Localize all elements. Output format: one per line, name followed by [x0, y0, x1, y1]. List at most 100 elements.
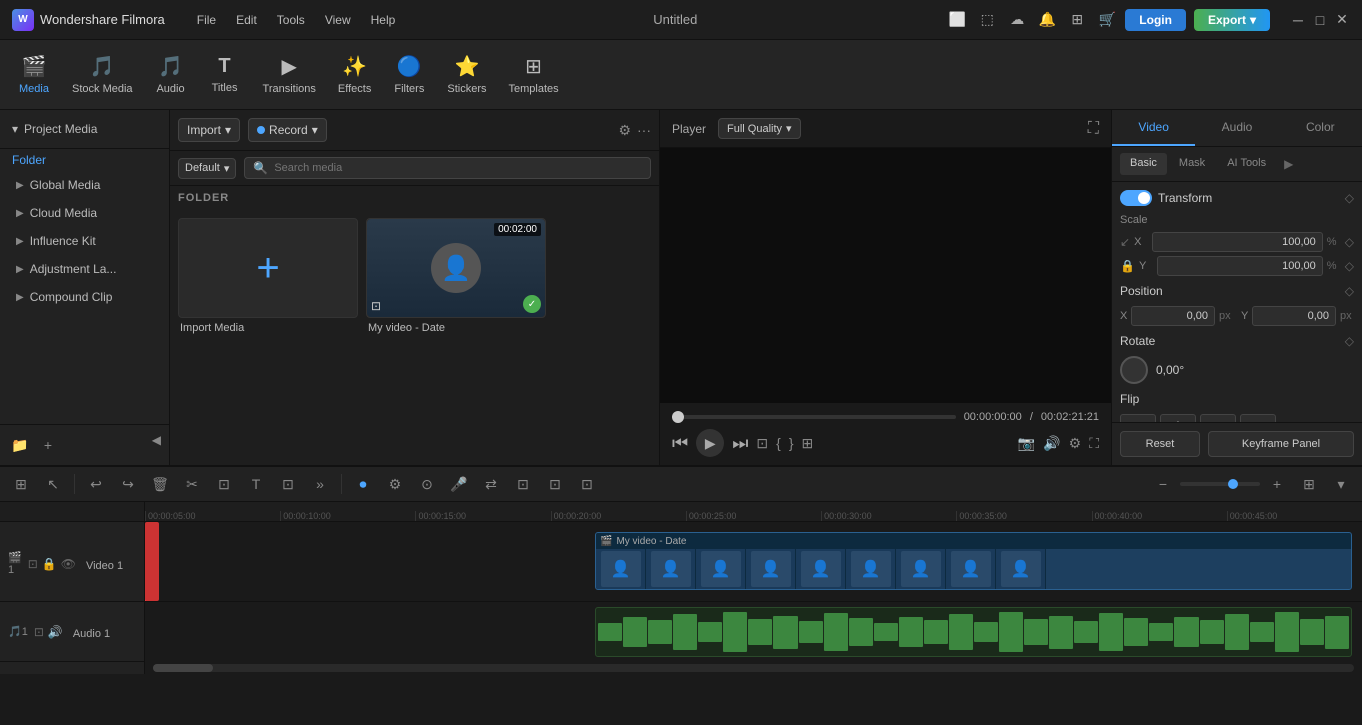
menu-edit[interactable]: Edit [228, 9, 265, 31]
window-icon-2[interactable]: ⬚ [977, 10, 997, 30]
scale-x-value[interactable]: 100,00 [1152, 232, 1323, 252]
tl-grid-button[interactable]: ⊞ [1296, 471, 1322, 497]
import-button[interactable]: Import ▾ [178, 118, 240, 142]
tool-effects[interactable]: ✨ Effects [328, 48, 381, 101]
in-point-button[interactable]: { [776, 435, 781, 451]
zoom-in-button[interactable]: + [1264, 471, 1290, 497]
zoom-track[interactable] [1180, 482, 1260, 486]
flip-h-button[interactable]: ⇔ [1120, 414, 1156, 422]
tl-crop-button[interactable]: ⊡ [275, 471, 301, 497]
reset-button[interactable]: Reset [1120, 431, 1200, 457]
add-folder-icon[interactable]: 📁 [8, 433, 32, 457]
tree-item-cloud-media[interactable]: ▶ Cloud Media [0, 199, 169, 227]
volume-button[interactable]: 🔊 [1043, 435, 1060, 452]
search-input[interactable] [274, 162, 642, 174]
tl-speed-button[interactable]: ⊡ [510, 471, 536, 497]
video-mute-icon[interactable]: 👁 [61, 557, 76, 571]
scale-y-value[interactable]: 100,00 [1157, 256, 1323, 276]
tl-record-button[interactable]: ⏺ [350, 471, 376, 497]
progress-handle[interactable] [672, 411, 684, 423]
bell-icon[interactable]: 🔔 [1037, 10, 1057, 30]
tool-media[interactable]: 🎬 Media [8, 48, 60, 101]
export-button[interactable]: Export ▾ [1194, 9, 1270, 31]
record-button[interactable]: Record ▾ [248, 118, 327, 142]
menu-help[interactable]: Help [363, 9, 404, 31]
cart-icon[interactable]: 🛒 [1097, 10, 1117, 30]
tl-add-track-button[interactable]: ⊞ [8, 471, 34, 497]
subtab-ai-tools[interactable]: AI Tools [1217, 153, 1276, 175]
tl-cut-button[interactable]: ✂ [179, 471, 205, 497]
zoom-handle[interactable] [1228, 479, 1238, 489]
close-button[interactable]: ✕ [1334, 12, 1350, 28]
menu-view[interactable]: View [317, 9, 359, 31]
scale-x-keyframe-icon[interactable]: ◇ [1345, 235, 1354, 249]
tl-undo-button[interactable]: ↩ [83, 471, 109, 497]
tool-filters[interactable]: 🔵 Filters [383, 48, 435, 101]
tree-item-compound-clip[interactable]: ▶ Compound Clip [0, 283, 169, 311]
project-media-item[interactable]: ▾ Project Media [8, 118, 161, 140]
video-media-item[interactable]: 👤 00:02:00 ✓ ⊡ My video - Date [366, 218, 546, 334]
keyframe-panel-button[interactable]: Keyframe Panel [1208, 431, 1354, 457]
tl-delete-button[interactable]: 🗑 [147, 471, 173, 497]
more-options-icon[interactable]: ··· [637, 122, 651, 138]
tl-more-button[interactable]: » [307, 471, 333, 497]
tool-stock-media[interactable]: 🎵 Stock Media [62, 48, 143, 101]
fullscreen-icon[interactable]: ⛶ [1088, 120, 1099, 138]
tab-color[interactable]: Color [1279, 110, 1362, 146]
flip-extra2-button[interactable]: ↪ [1240, 414, 1276, 422]
tool-titles[interactable]: T Titles [199, 49, 251, 100]
audio-clip-icon[interactable]: ⊡ [34, 625, 44, 639]
tl-split-button[interactable]: ⊡ [211, 471, 237, 497]
timeline-scrollbar[interactable] [153, 664, 1354, 672]
filter-icon[interactable]: ⚙ [618, 122, 631, 139]
play-button[interactable]: ▶ [696, 429, 724, 457]
audio-mute-icon[interactable]: 🔊 [48, 625, 63, 639]
import-media-item[interactable]: + Import Media [178, 218, 358, 334]
position-keyframe-icon[interactable]: ◇ [1345, 284, 1354, 298]
login-button[interactable]: Login [1125, 9, 1186, 31]
tree-item-global-media[interactable]: ▶ Global Media [0, 171, 169, 199]
flip-v-button[interactable]: ⇕ [1160, 414, 1196, 422]
tool-audio[interactable]: 🎵 Audio [145, 48, 197, 101]
tl-color-button[interactable]: ⊡ [542, 471, 568, 497]
tool-transitions[interactable]: ▶ Transitions [253, 48, 326, 101]
add-to-timeline-button[interactable]: ⊞ [802, 435, 814, 452]
tl-voice-button[interactable]: 🎤 [446, 471, 472, 497]
tl-text-button[interactable]: T [243, 471, 269, 497]
tree-item-influence-kit[interactable]: ▶ Influence Kit [0, 227, 169, 255]
flip-extra1-button[interactable]: ↩ [1200, 414, 1236, 422]
minimize-button[interactable]: ─ [1290, 12, 1306, 28]
video-thumb[interactable]: 👤 00:02:00 ✓ ⊡ [366, 218, 546, 318]
video-clip[interactable]: 🎬 My video - Date 👤 👤 👤 👤 👤 👤 👤 👤 👤 [595, 532, 1352, 590]
quality-select[interactable]: Full Quality ▾ [718, 118, 801, 139]
video-clip-icon[interactable]: ⊡ [28, 557, 38, 571]
tl-audio-button[interactable]: ⊙ [414, 471, 440, 497]
transform-toggle-switch[interactable] [1120, 190, 1152, 206]
rotate-keyframe-icon[interactable]: ◇ [1345, 334, 1354, 348]
import-thumb[interactable]: + [178, 218, 358, 318]
folder-highlight[interactable]: Folder [0, 149, 169, 171]
menu-tools[interactable]: Tools [269, 9, 313, 31]
rotate-dial[interactable] [1120, 356, 1148, 384]
skip-forward-button[interactable]: ⏭ [732, 433, 748, 454]
tab-video[interactable]: Video [1112, 110, 1195, 146]
progress-track[interactable] [672, 415, 956, 419]
tool-templates[interactable]: ⊞ Templates [498, 48, 568, 101]
video-track[interactable]: 🎬 My video - Date 👤 👤 👤 👤 👤 👤 👤 👤 👤 [145, 522, 1362, 602]
tl-ai-button[interactable]: ⊡ [574, 471, 600, 497]
tree-item-adjustment[interactable]: ▶ Adjustment La... [0, 255, 169, 283]
loop-button[interactable]: ⊡ [756, 435, 768, 452]
sub-tabs-arrow[interactable]: ▶ [1278, 153, 1299, 175]
tl-select-button[interactable]: ↖ [40, 471, 66, 497]
timeline-scroll-thumb[interactable] [153, 664, 213, 672]
settings-button[interactable]: ⚙ [1069, 435, 1082, 452]
tl-transition-button[interactable]: ⇄ [478, 471, 504, 497]
tl-grid-more-button[interactable]: ▾ [1328, 471, 1354, 497]
maximize-button[interactable]: □ [1312, 12, 1328, 28]
pos-x-value[interactable]: 0,00 [1131, 306, 1215, 326]
window-icon-1[interactable]: ⬜ [947, 10, 967, 30]
cloud-icon[interactable]: ☁ [1007, 10, 1027, 30]
out-point-button[interactable]: } [789, 435, 794, 451]
scale-y-keyframe-icon[interactable]: ◇ [1345, 259, 1354, 273]
collapse-button[interactable]: ◀ [152, 433, 161, 457]
